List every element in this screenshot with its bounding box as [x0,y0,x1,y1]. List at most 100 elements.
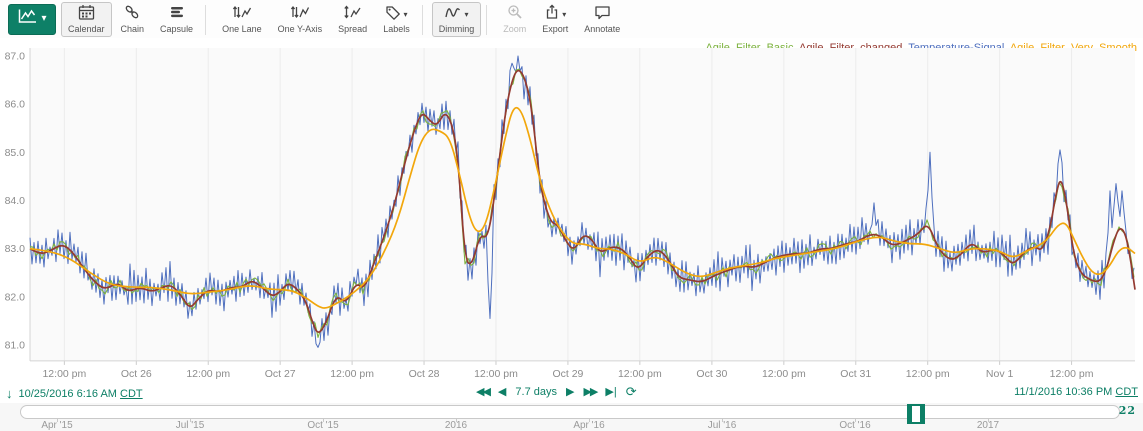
one-lane-icon [232,4,252,25]
step-forward-icon[interactable]: ▶ [566,385,574,398]
labels-icon [385,5,401,25]
x-tick-label: Oct 31 [840,368,871,380]
toolbar-group: Zoom ▾ Export Annotate [495,2,628,36]
toolbar-group: Calendar Chain Capsule [60,2,201,36]
chevron-down-icon: ▾ [41,14,46,24]
x-tick-label: 12:00 pm [42,368,86,380]
x-tick-label: 12:00 pm [330,368,374,380]
range-start: ↓ 10/25/2016 6:16 AM CDT [6,386,143,401]
range-end-date[interactable]: 11/1/2016 10:36 PM CDT [1014,386,1138,398]
timeline-tick-label: 2016 [445,420,467,431]
duration-value[interactable]: 7.7 days [515,386,557,398]
x-tick-label: Nov 1 [986,368,1014,380]
dimming-button[interactable]: ▾ Dimming [432,2,482,37]
arrow-down-icon[interactable]: ↓ [6,386,13,401]
range-step-controls: ◀◀ ◀ 7.7 days ▶ ▶▶ ▶| ⟳ [476,385,637,398]
x-tick-label: 12:00 pm [1050,368,1094,380]
trend-chart-icon [17,8,39,30]
y-tick-label: 87.0 [5,51,26,63]
toolbar-button-label: One Lane [222,24,262,34]
timeline-tick-label: Jul '16 [708,420,737,431]
x-tick-label: 12:00 pm [186,368,230,380]
range-start-timezone[interactable]: CDT [120,388,143,400]
toolbar-group: One Lane One Y-Axis Spread ▾ Labels [214,2,418,36]
toolbar-button-label: Annotate [584,24,620,34]
spread-button[interactable]: Spread [331,2,374,37]
calendar-button[interactable]: Calendar [61,2,112,37]
step-back-icon[interactable]: ◀ [498,385,506,398]
toolbar-button-label: Chain [121,24,145,34]
step-to-end-icon[interactable]: ▶| [605,385,616,398]
export-icon [544,4,560,25]
dimming-icon [444,5,462,24]
x-tick-label: 12:00 pm [618,368,662,380]
workbench-trend-view: ▾ Calendar Chain Capsule One Lane One Y-Axis… [0,0,1143,431]
y-tick-label: 81.0 [5,340,26,352]
investigate-timeline: 22 Apr '15 Jul '15 Oct '15 2016 Apr '16 Jul '… [0,403,1143,431]
toolbar-separator [205,5,206,35]
range-end-timezone[interactable]: CDT [1115,386,1138,398]
toolbar-button-label: Dimming [439,24,475,34]
annotate-icon [594,5,611,25]
jump-back-icon[interactable]: ◀◀ [476,385,489,398]
one-lane-button[interactable]: One Lane [215,2,269,37]
x-tick-label: Oct 28 [409,368,440,380]
calendar-icon [78,4,95,26]
toolbar-button-label: Spread [338,24,367,34]
y-tick-label: 84.0 [5,195,26,207]
timeline-range-handle[interactable] [907,404,925,424]
refresh-icon[interactable]: ⟳ [626,386,637,397]
jump-forward-icon[interactable]: ▶▶ [583,385,596,398]
timeline-tick-label: Jul '15 [176,420,205,431]
toolbar-button-label: Calendar [68,24,105,34]
toolbar-button-label: Zoom [503,24,526,34]
toolbar-separator [486,5,487,35]
display-range-bar: ↓ 10/25/2016 6:16 AM CDT ◀◀ ◀ 7.7 days ▶… [0,384,1143,403]
export-button[interactable]: ▾ Export [535,2,575,37]
capsule-icon [169,4,185,25]
chevron-down-icon: ▾ [403,11,407,19]
trend-plot[interactable]: 12:00 pm Oct 26 12:00 pm Oct 27 12:00 pm Oct … [0,40,1143,385]
zoom-button: Zoom [496,2,533,37]
spread-icon [343,4,362,25]
timeline-tick-label: Oct '15 [307,420,338,431]
labels-button[interactable]: ▾ Labels [376,2,417,37]
plot-background [30,48,1135,361]
x-tick-label: Oct 27 [265,368,296,380]
toolbar-group: ▾ Dimming [431,2,483,36]
one-y-axis-button[interactable]: One Y-Axis [271,2,330,37]
chevron-down-icon: ▾ [464,11,468,19]
x-tick-label: Oct 30 [696,368,727,380]
trend-toolbar: ▾ Calendar Chain Capsule One Lane One Y-Axis… [0,0,1143,38]
capsule-button[interactable]: Capsule [153,2,200,37]
timeline-grip-icon[interactable]: 22 [1119,404,1136,417]
chain-icon [124,4,140,25]
range-end: 11/1/2016 10:36 PM CDT [1014,386,1138,398]
y-tick-label: 86.0 [5,99,26,111]
x-tick-label: 12:00 pm [906,368,950,380]
toolbar-button-label: Capsule [160,24,193,34]
x-tick-label: Oct 26 [121,368,152,380]
y-tick-label: 85.0 [5,147,26,159]
timeline-tick-label: 2017 [977,420,999,431]
zoom-icon [507,4,523,25]
trend-chart-area[interactable]: 12:00 pm Oct 26 12:00 pm Oct 27 12:00 pm Oct … [0,40,1143,385]
timeline-tick-label: Apr '16 [573,420,604,431]
chain-button[interactable]: Chain [114,2,152,37]
toolbar-button-label: Export [542,24,568,34]
timeline-tick-label: Oct '16 [839,420,870,431]
x-tick-label: Oct 29 [552,368,583,380]
trend-view-dropdown-button[interactable]: ▾ [8,4,56,35]
range-start-date[interactable]: 10/25/2016 6:16 AM CDT [19,388,143,400]
x-tick-label: 12:00 pm [474,368,518,380]
y-tick-label: 82.0 [5,291,26,303]
toolbar-button-label: One Y-Axis [278,24,323,34]
toolbar-button-label: Labels [383,24,410,34]
annotate-button[interactable]: Annotate [577,2,627,37]
timeline-tick-label: Apr '15 [41,420,72,431]
chevron-down-icon: ▾ [562,11,566,19]
one-y-axis-icon [290,4,310,25]
y-tick-label: 83.0 [5,243,26,255]
x-tick-label: 12:00 pm [762,368,806,380]
timeline-track[interactable] [20,405,1120,419]
